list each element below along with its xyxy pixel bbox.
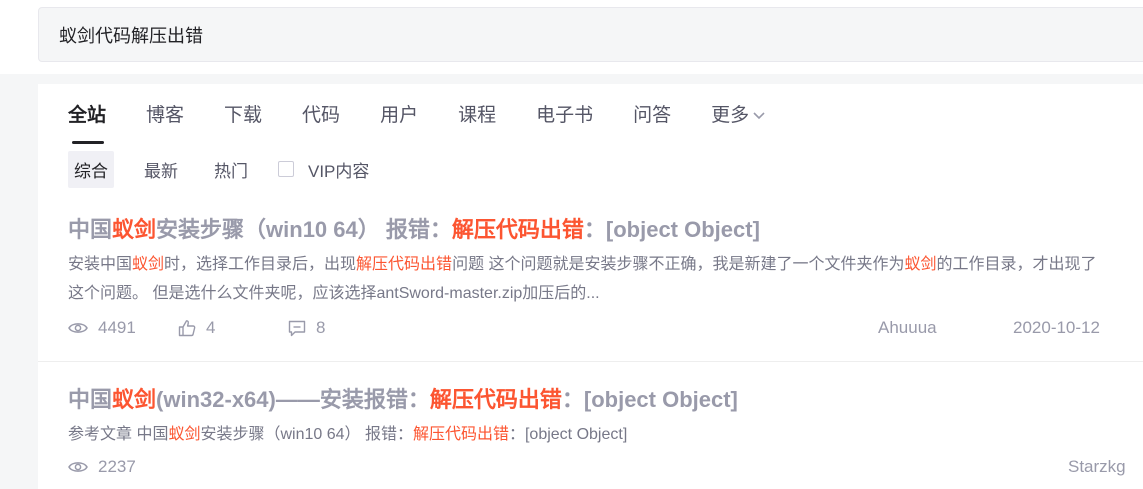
views-count: 2237: [98, 457, 136, 476]
title-text: 中国: [68, 387, 113, 412]
likes-stat[interactable]: 4: [178, 318, 215, 338]
comment-icon: [288, 320, 306, 336]
thumbs-up-icon: [178, 320, 196, 337]
comments-count: 8: [316, 318, 326, 337]
author-text: Ahuuua: [878, 318, 937, 337]
desc-text: 参考文章 中国: [68, 426, 169, 443]
tab-user[interactable]: 用户: [380, 102, 418, 142]
author-name[interactable]: Ahuuua: [878, 318, 937, 338]
tab-more-label: 更多: [711, 105, 750, 126]
title-text: (win32-x64)——安装报错：: [156, 387, 430, 412]
desc-text: 问题 这个问题就是安装步骤不正确，我是新建了一个文件夹作为: [452, 256, 905, 273]
tab-code[interactable]: 代码: [302, 102, 340, 142]
date-text: 2020-10-12: [1013, 318, 1100, 337]
result-item: 中国蚁剑安装步骤（win10 64） 报错：解压代码出错：[object Obj…: [68, 212, 1128, 308]
result-meta: 2237 Starzkg: [68, 457, 1143, 479]
tab-ebook-label: 电子书: [536, 105, 594, 126]
tab-course[interactable]: 课程: [458, 102, 496, 142]
desc-highlight: 蚁剑: [168, 426, 201, 443]
result-description: 参考文章 中国蚁剑安装步骤（win10 64） 报错：解压代码出错：[objec…: [68, 420, 1098, 449]
views-count: 4491: [98, 318, 136, 337]
result-item: 中国蚁剑(win32-x64)——安装报错：解压代码出错：[object Obj…: [68, 382, 1128, 449]
search-input[interactable]: 蚁剑代码解压出错: [38, 7, 1143, 62]
views-stat: 2237: [68, 457, 136, 477]
tab-qa[interactable]: 问答: [633, 102, 671, 142]
tab-more[interactable]: 更多: [711, 102, 766, 142]
desc-highlight: 蚁剑: [904, 256, 937, 273]
tab-blog[interactable]: 博客: [146, 102, 184, 142]
result-title[interactable]: 中国蚁剑安装步骤（win10 64） 报错：解压代码出错：[object Obj…: [68, 212, 1128, 244]
title-text: ：[object Object]: [583, 217, 760, 242]
title-text: 安装步骤（win10 64） 报错：: [156, 217, 452, 242]
result-divider: [38, 361, 1143, 362]
desc-text: 安装步骤（win10 64） 报错：: [200, 426, 413, 443]
title-text: ：[object Object]: [561, 387, 738, 412]
desc-text: ：[object Object]: [508, 426, 628, 443]
comments-stat[interactable]: 8: [288, 318, 325, 338]
tab-code-label: 代码: [302, 105, 341, 126]
tab-ebook[interactable]: 电子书: [536, 102, 593, 142]
tab-blog-label: 博客: [146, 105, 185, 126]
results-panel: 全站 博客 下载 代码 用户 课程 电子书 问答 更多 综合 最新 热门 VIP…: [38, 84, 1143, 489]
title-highlight: 蚁剑: [112, 387, 157, 412]
author-name[interactable]: Starzkg: [1068, 457, 1126, 477]
category-tabs: 全站 博客 下载 代码 用户 课程 电子书 问答 更多: [68, 102, 806, 144]
filter-bar: 综合 最新 热门 VIP内容: [68, 150, 369, 188]
desc-text: 时，选择工作目录后，出现: [164, 256, 357, 273]
tab-all-label: 全站: [68, 105, 107, 126]
search-query-text: 蚁剑代码解压出错: [59, 25, 203, 46]
result-description: 安装中国蚁剑时，选择工作目录后，出现解压代码出错问题 这个问题就是安装步骤不正确…: [68, 250, 1098, 308]
vip-label: VIP内容: [308, 161, 370, 181]
author-text: Starzkg: [1068, 457, 1126, 476]
desc-text: 安装中国: [68, 256, 133, 273]
eye-icon: [68, 323, 88, 333]
title-highlight: 解压代码出错: [429, 387, 562, 412]
tab-download-label: 下载: [224, 105, 263, 126]
title-highlight: 解压代码出错: [451, 217, 584, 242]
result-meta: 4491 4 8 Ahuuua 2020-10-12: [68, 318, 1143, 340]
vip-checkbox[interactable]: [278, 161, 294, 177]
top-bar: 蚁剑代码解压出错: [0, 0, 1143, 74]
likes-count: 4: [206, 318, 216, 337]
title-highlight: 蚁剑: [112, 217, 157, 242]
result-title[interactable]: 中国蚁剑(win32-x64)——安装报错：解压代码出错：[object Obj…: [68, 382, 1128, 414]
desc-highlight: 解压代码出错: [412, 426, 509, 443]
views-stat: 4491: [68, 318, 136, 338]
desc-highlight: 解压代码出错: [356, 256, 453, 273]
desc-highlight: 蚁剑: [132, 256, 165, 273]
tab-qa-label: 问答: [633, 105, 672, 126]
filter-hot[interactable]: 热门: [208, 151, 254, 188]
tab-download[interactable]: 下载: [224, 102, 262, 142]
filter-comprehensive[interactable]: 综合: [68, 150, 114, 188]
tab-all[interactable]: 全站: [68, 102, 107, 144]
tab-course-label: 课程: [458, 105, 497, 126]
vip-filter[interactable]: VIP内容: [278, 157, 369, 182]
chevron-down-icon: [752, 102, 766, 130]
filter-latest[interactable]: 最新: [138, 151, 184, 188]
tab-user-label: 用户: [380, 105, 419, 126]
eye-icon: [68, 462, 88, 472]
publish-date: 2020-10-12: [1013, 318, 1100, 338]
title-text: 中国: [68, 217, 113, 242]
